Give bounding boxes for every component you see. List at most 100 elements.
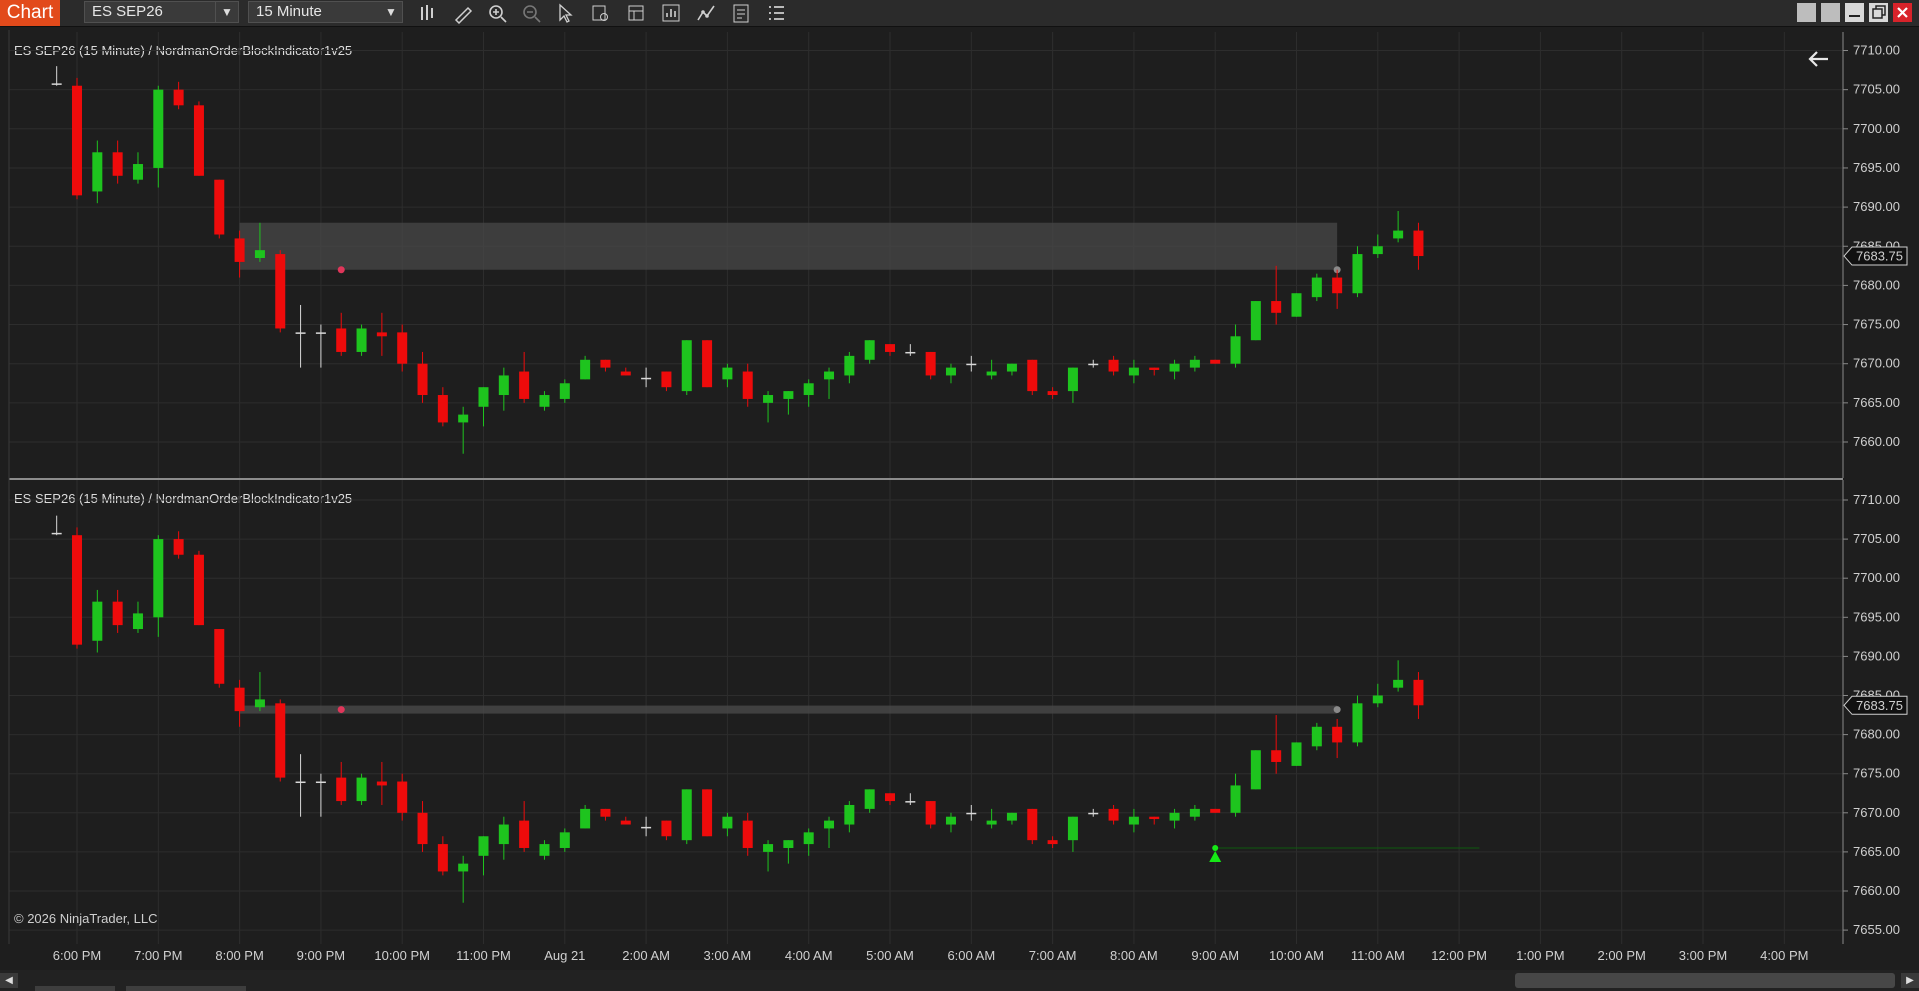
candle-body	[824, 820, 835, 829]
candle-body	[1230, 785, 1241, 813]
signal-dot	[1212, 844, 1219, 851]
candle-body	[966, 363, 977, 366]
horizontal-scrollbar[interactable]: ◀ ▶	[0, 970, 1919, 991]
candle-body	[1372, 695, 1383, 704]
zone-end-dot	[1333, 706, 1341, 714]
marker-dot	[337, 266, 345, 274]
candle-body	[153, 89, 164, 168]
candle-body	[986, 371, 997, 376]
candle-body	[783, 840, 794, 848]
signal-up-arrow	[1209, 850, 1222, 862]
candle-body	[336, 328, 347, 352]
scroll-left-icon[interactable]: ◀	[0, 973, 18, 988]
candle-body	[1291, 293, 1302, 317]
candle-body	[458, 414, 469, 423]
candle-body	[1088, 363, 1099, 366]
candle-body	[1352, 254, 1363, 294]
candle-body	[498, 375, 509, 396]
back-arrow-icon[interactable]	[1806, 46, 1832, 72]
candle-body	[702, 340, 713, 388]
candlestick-chart[interactable]: 7710.007705.007700.007695.007690.007685.…	[0, 0, 1919, 944]
candle-body	[458, 863, 469, 872]
time-axis-label: 12:00 PM	[1431, 948, 1487, 963]
candle-body	[1149, 816, 1160, 820]
candle-body	[539, 844, 550, 856]
candle-body	[925, 351, 936, 376]
candle-body	[783, 391, 794, 399]
time-axis-label: 7:00 PM	[134, 948, 183, 963]
time-axis-label: 8:00 PM	[215, 948, 264, 963]
candle-body	[1271, 750, 1282, 762]
price-axis-label: 7665.00	[1853, 395, 1900, 410]
candle-body	[763, 844, 774, 852]
candle-body	[600, 808, 611, 817]
time-axis-label: 1:00 PM	[1516, 948, 1565, 963]
candle-body	[1006, 363, 1017, 372]
candle-body	[92, 601, 103, 641]
candle-body	[1108, 808, 1119, 821]
time-axis-label: Aug 21	[544, 948, 586, 963]
time-axis[interactable]: 6:00 PM 7:00 PM 8:00 PM 9:00 PM 10:00 PM 11:0…	[0, 944, 1919, 968]
time-axis-label: 2:00 AM	[622, 948, 670, 963]
candle-body	[397, 781, 408, 813]
scroll-right-icon[interactable]: ▶	[1901, 973, 1919, 988]
candle-body	[437, 844, 448, 872]
candle-body	[864, 340, 875, 360]
candle-body	[1332, 726, 1343, 743]
candle-body	[72, 535, 82, 645]
candle-body	[803, 383, 814, 396]
candle-body	[945, 367, 956, 376]
order-block-zone	[239, 222, 1338, 270]
price-axis-label: 7675.00	[1853, 766, 1900, 781]
candle-body	[620, 371, 631, 376]
candle-body	[51, 83, 62, 85]
candle-body	[478, 387, 489, 407]
scroll-thumb[interactable]	[1515, 973, 1895, 988]
candle-body	[1230, 336, 1241, 364]
price-axis-label: 7710.00	[1853, 43, 1900, 58]
price-axis-label: 7660.00	[1853, 434, 1900, 449]
candle-body	[295, 332, 306, 334]
price-axis-label: 7705.00	[1853, 82, 1900, 97]
price-axis-label: 7680.00	[1853, 727, 1900, 742]
candle-body	[173, 89, 184, 106]
time-axis-label: 9:00 AM	[1191, 948, 1240, 963]
time-axis-label: 4:00 AM	[784, 948, 833, 963]
candle-body	[1332, 277, 1343, 294]
candle-body	[966, 812, 977, 815]
candle-body	[214, 179, 225, 235]
candle-body	[559, 383, 570, 399]
candle-body	[132, 164, 143, 180]
price-axis-label: 7670.00	[1853, 356, 1900, 371]
candle-body	[661, 820, 672, 837]
candle-body	[254, 250, 265, 258]
candle-body	[478, 836, 489, 856]
candle-body	[824, 371, 835, 380]
candle-body	[925, 801, 936, 825]
candle-body	[1210, 359, 1221, 364]
candle-body	[1413, 679, 1424, 706]
candle-body	[986, 820, 997, 825]
candle-body	[1027, 808, 1038, 841]
candle-body	[580, 359, 591, 380]
candle-body	[1413, 230, 1424, 257]
scroll-tab	[35, 986, 115, 991]
candle-body	[1372, 246, 1383, 255]
candle-body	[641, 377, 652, 380]
candle-body	[641, 826, 652, 829]
price-axis-label: 7665.00	[1853, 844, 1900, 859]
candle-body	[498, 824, 509, 845]
candle-body	[519, 820, 530, 848]
price-axis-label: 7695.00	[1853, 609, 1900, 624]
candle-body	[722, 367, 733, 380]
candle-body	[1149, 367, 1160, 370]
price-axis-label: 7710.00	[1853, 492, 1900, 507]
candle-body	[1250, 750, 1261, 790]
candle-body	[1210, 808, 1221, 813]
candle-body	[600, 359, 611, 368]
candle-body	[1128, 367, 1139, 376]
candle-body	[1311, 726, 1322, 747]
candle-body	[1352, 703, 1363, 743]
candle-body	[681, 340, 692, 392]
price-axis-label: 7700.00	[1853, 121, 1900, 136]
